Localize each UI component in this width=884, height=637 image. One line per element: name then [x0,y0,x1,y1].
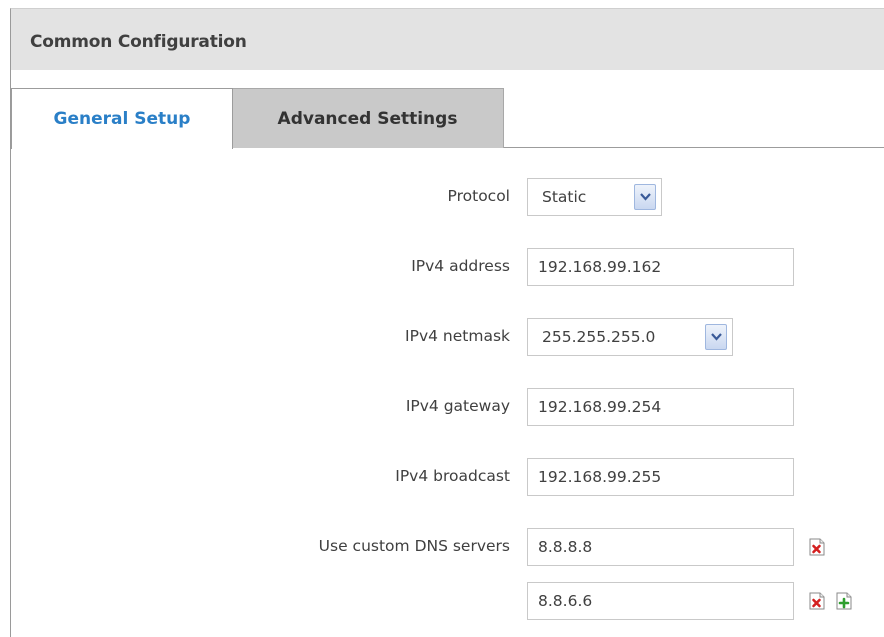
tab-bar: General Setup Advanced Settings [11,88,884,149]
dns-server-input[interactable] [527,582,794,620]
dns-servers-label: Use custom DNS servers [318,537,510,555]
dns-server-input[interactable] [527,528,794,566]
remove-icon[interactable] [808,538,826,556]
protocol-label: Protocol [447,187,510,205]
ipv4-gateway-input[interactable] [527,388,794,426]
tab-advanced-settings[interactable]: Advanced Settings [232,88,504,148]
tab-general-setup[interactable]: General Setup [11,88,233,149]
protocol-select[interactable]: Static [527,178,662,216]
panel-title: Common Configuration [30,32,247,52]
ipv4-netmask-label: IPv4 netmask [405,327,510,345]
ipv4-broadcast-input[interactable] [527,458,794,496]
chevron-down-icon[interactable] [634,184,656,210]
ipv4-address-input[interactable] [527,248,794,286]
panel-header: Common Configuration [11,9,884,70]
ipv4-broadcast-label: IPv4 broadcast [395,467,510,485]
add-icon[interactable] [835,592,853,610]
chevron-down-icon[interactable] [705,324,727,350]
ipv4-netmask-select-value: 255.255.255.0 [542,328,656,346]
protocol-select-value: Static [542,188,587,206]
ipv4-address-label: IPv4 address [411,257,510,275]
remove-icon[interactable] [808,592,826,610]
common-configuration-panel: Common Configuration General Setup Advan… [10,8,884,637]
ipv4-gateway-label: IPv4 gateway [405,397,510,415]
ipv4-netmask-select[interactable]: 255.255.255.0 [527,318,733,356]
